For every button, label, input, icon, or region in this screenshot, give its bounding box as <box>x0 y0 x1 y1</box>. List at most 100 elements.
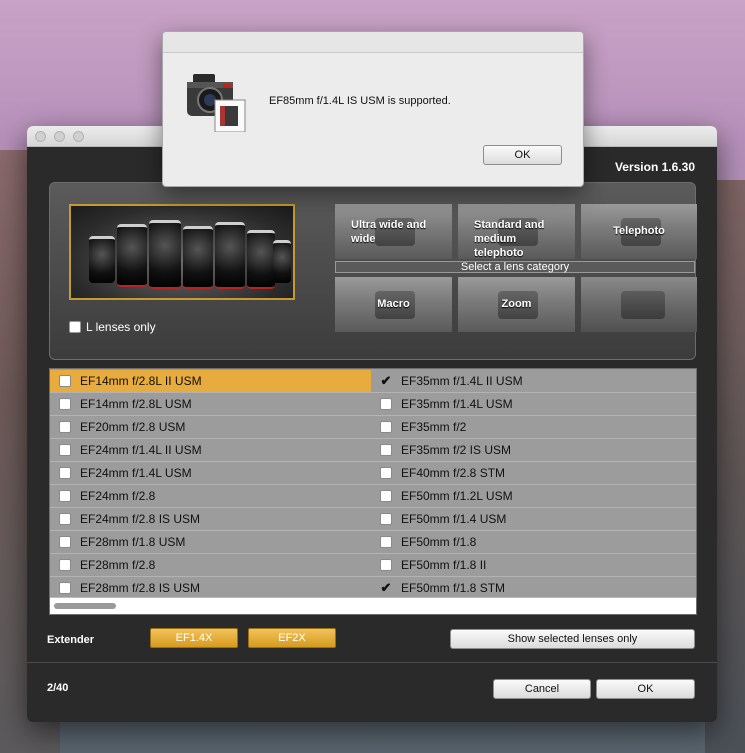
lens-row[interactable]: EF35mm f/1.4L USM <box>371 393 696 416</box>
alert-titlebar[interactable] <box>163 32 583 53</box>
lens-row[interactable]: EF24mm f/1.4L II USM <box>50 439 371 462</box>
l-lenses-only-label: L lenses only <box>86 320 156 334</box>
checkbox-box[interactable] <box>380 444 392 456</box>
l-lenses-only-checkbox[interactable]: L lenses only <box>69 320 156 334</box>
checkbox-box[interactable] <box>380 421 392 433</box>
lens-row[interactable]: EF35mm f/2 IS USM <box>371 439 696 462</box>
check-icon: ✔ <box>380 580 392 595</box>
lens-name: EF24mm f/1.4L II USM <box>80 443 202 457</box>
lens-checkbox[interactable] <box>371 398 401 410</box>
lens-selection-window: Version 1.6.30 L lenses only Ultra wide … <box>27 126 717 722</box>
lens-checkbox[interactable] <box>50 513 80 525</box>
category-label: Standard and medium telephoto <box>474 219 545 259</box>
minimize-window-button[interactable] <box>54 131 65 142</box>
lens-checkbox[interactable] <box>50 444 80 456</box>
checkbox-box[interactable] <box>380 467 392 479</box>
checkbox-box[interactable] <box>380 536 392 548</box>
checkbox-box[interactable] <box>59 375 71 387</box>
lens-checkbox[interactable] <box>371 513 401 525</box>
lens-image <box>149 220 181 289</box>
lens-checkbox[interactable] <box>50 536 80 548</box>
checkbox-box[interactable] <box>59 559 71 571</box>
lens-name: EF50mm f/1.2L USM <box>401 489 513 503</box>
zoom-window-button[interactable] <box>73 131 84 142</box>
lens-row[interactable]: EF50mm f/1.8 <box>371 531 696 554</box>
checkbox-box[interactable] <box>380 490 392 502</box>
lens-checkbox[interactable] <box>371 467 401 479</box>
lens-checkbox[interactable] <box>50 559 80 571</box>
lens-row[interactable]: EF24mm f/2.8 <box>50 485 371 508</box>
lens-row[interactable]: EF24mm f/1.4L USM <box>50 462 371 485</box>
category-macro[interactable]: Macro <box>335 277 452 332</box>
lens-checkbox[interactable] <box>371 444 401 456</box>
close-window-button[interactable] <box>35 131 46 142</box>
lens-checkbox[interactable] <box>50 490 80 502</box>
extender-label: Extender <box>47 634 95 646</box>
lens-checkbox[interactable] <box>371 421 401 433</box>
checkbox-box[interactable] <box>59 582 71 594</box>
extender-1-4x-button[interactable]: EF1.4X <box>150 628 238 648</box>
lens-checkbox[interactable] <box>371 490 401 502</box>
checkbox-box[interactable] <box>59 444 71 456</box>
category-extender[interactable] <box>581 277 697 332</box>
lens-row[interactable]: EF28mm f/2.8 <box>50 554 371 577</box>
category-standard[interactable]: Standard and medium telephoto <box>458 204 575 259</box>
checkmark-icon[interactable]: ✔ <box>371 580 401 595</box>
lens-checkbox[interactable] <box>50 375 80 387</box>
lens-image <box>89 236 115 283</box>
lens-name: EF50mm f/1.4 USM <box>401 512 507 526</box>
lens-row[interactable]: EF24mm f/2.8 IS USM <box>50 508 371 531</box>
category-telephoto[interactable]: Telephoto <box>581 204 697 259</box>
lens-image <box>215 222 245 289</box>
lens-name: EF24mm f/2.8 <box>80 489 156 503</box>
lens-row[interactable]: EF40mm f/2.8 STM <box>371 462 696 485</box>
checkbox-box[interactable] <box>69 321 81 333</box>
lens-row[interactable]: EF35mm f/2 <box>371 416 696 439</box>
support-alert-dialog: EF85mm f/1.4L IS USM is supported. OK <box>162 31 584 187</box>
lens-row[interactable]: EF50mm f/1.4 USM <box>371 508 696 531</box>
checkbox-box[interactable] <box>59 467 71 479</box>
lens-row[interactable]: EF14mm f/2.8L II USM <box>50 370 371 393</box>
lens-checkbox[interactable] <box>50 467 80 479</box>
checkbox-box[interactable] <box>59 513 71 525</box>
category-label: Zoom <box>501 298 532 310</box>
checkbox-box[interactable] <box>59 536 71 548</box>
alert-ok-button[interactable]: OK <box>483 145 562 165</box>
lens-checkbox[interactable] <box>50 582 80 594</box>
lens-checkbox[interactable] <box>50 398 80 410</box>
checkbox-box[interactable] <box>59 398 71 410</box>
category-ultra-wide[interactable]: Ultra wide and wide <box>335 204 452 259</box>
lens-image <box>273 240 291 283</box>
checkmark-icon[interactable]: ✔ <box>371 374 401 387</box>
extender-thumbnail-icon <box>621 291 665 319</box>
ok-button[interactable]: OK <box>596 679 695 699</box>
checkbox-box[interactable] <box>59 421 71 433</box>
lens-checkbox[interactable] <box>371 559 401 571</box>
lens-row[interactable]: EF50mm f/1.8 II <box>371 554 696 577</box>
lens-row[interactable]: ✔ EF35mm f/1.4L II USM <box>371 370 696 393</box>
lens-name: EF14mm f/2.8L USM <box>80 397 192 411</box>
cancel-button[interactable]: Cancel <box>493 679 591 699</box>
lens-checkbox[interactable] <box>50 421 80 433</box>
all-lenses-image[interactable] <box>69 204 295 300</box>
lens-name: EF28mm f/2.8 IS USM <box>80 581 201 595</box>
lens-row[interactable]: EF14mm f/2.8L USM <box>50 393 371 416</box>
scrollbar-thumb[interactable] <box>54 603 116 609</box>
lens-checkbox[interactable] <box>371 536 401 548</box>
lens-image <box>247 230 275 289</box>
version-label: Version 1.6.30 <box>614 160 695 174</box>
checkbox-box[interactable] <box>59 490 71 502</box>
category-zoom[interactable]: Zoom <box>458 277 575 332</box>
checkbox-box[interactable] <box>380 559 392 571</box>
lens-row[interactable]: EF28mm f/1.8 USM <box>50 531 371 554</box>
checkbox-box[interactable] <box>380 398 392 410</box>
lens-name: EF40mm f/2.8 STM <box>401 466 506 480</box>
lens-row[interactable]: EF20mm f/2.8 USM <box>50 416 371 439</box>
extender-2x-button[interactable]: EF2X <box>248 628 336 648</box>
lens-name: EF35mm f/2 <box>401 420 467 434</box>
horizontal-scrollbar[interactable] <box>50 597 696 614</box>
checkbox-box[interactable] <box>380 513 392 525</box>
show-selected-lenses-button[interactable]: Show selected lenses only <box>450 629 695 649</box>
lens-row[interactable]: EF50mm f/1.2L USM <box>371 485 696 508</box>
lens-list[interactable]: EF14mm f/2.8L II USM EF14mm f/2.8L USM EF2… <box>49 368 697 615</box>
